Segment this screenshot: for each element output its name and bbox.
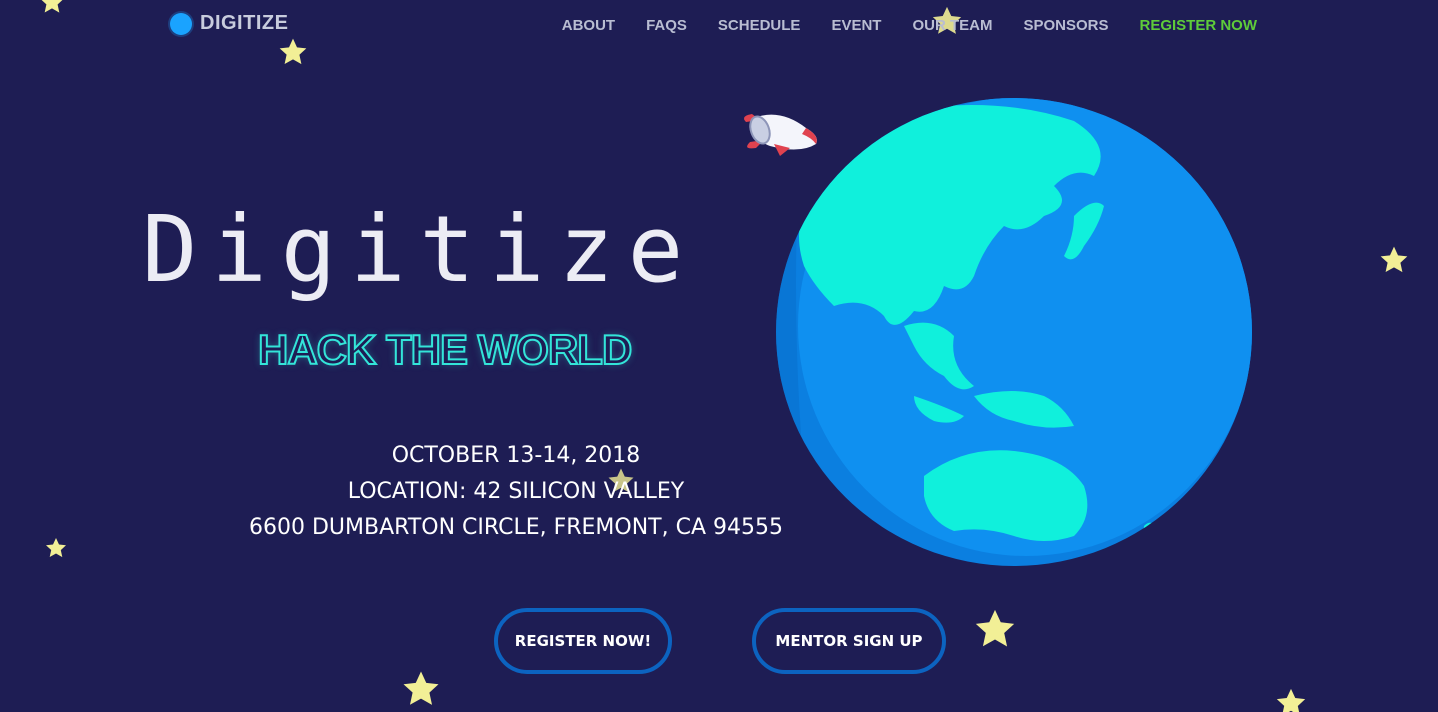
star-icon — [279, 38, 307, 65]
hero-title: Digitize — [142, 196, 698, 303]
hero-section: DIGITIZE ABOUT FAQS SCHEDULE EVENT OUR T… — [0, 0, 1438, 712]
star-icon — [46, 538, 66, 558]
register-now-button[interactable]: REGISTER NOW! — [494, 608, 672, 674]
nav-link-schedule[interactable]: SCHEDULE — [718, 17, 801, 34]
nav-link-about[interactable]: ABOUT — [562, 17, 615, 34]
star-icon — [41, 0, 63, 13]
star-icon — [975, 609, 1015, 647]
event-info: OCTOBER 13-14, 2018 LOCATION: 42 SILICON… — [236, 438, 796, 546]
nav-link-our-team[interactable]: OUR TEAM — [912, 17, 992, 34]
nav-link-register-now[interactable]: REGISTER NOW — [1139, 17, 1257, 34]
mentor-sign-up-button[interactable]: MENTOR SIGN UP — [752, 608, 946, 674]
logo-dot-icon — [170, 12, 192, 35]
star-icon — [1276, 688, 1306, 712]
main-nav: ABOUT FAQS SCHEDULE EVENT OUR TEAM SPONS… — [562, 17, 1257, 35]
event-location: LOCATION: 42 SILICON VALLEY — [347, 479, 685, 504]
planet-earth-icon — [776, 98, 1252, 566]
brand-name: DIGITIZE — [200, 12, 289, 34]
event-date: OCTOBER 13-14, 2018 — [391, 443, 641, 468]
event-address: 6600 DUMBARTON CIRCLE, FREMONT, CA 94555 — [249, 515, 783, 540]
nav-link-event[interactable]: EVENT — [831, 17, 881, 34]
star-icon — [1380, 246, 1408, 273]
nav-link-faqs[interactable]: FAQS — [646, 17, 687, 34]
rocket-icon — [744, 114, 817, 156]
hero-subtitle: HACK THE WORLD — [257, 325, 633, 374]
nav-link-sponsors[interactable]: SPONSORS — [1023, 17, 1108, 34]
star-icon — [403, 671, 439, 705]
logo-link[interactable]: DIGITIZE — [170, 12, 288, 35]
